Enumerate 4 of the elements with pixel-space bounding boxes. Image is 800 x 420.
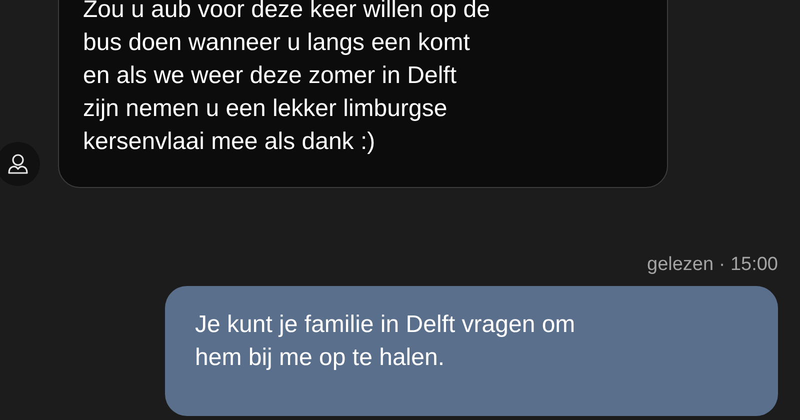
person-icon bbox=[7, 152, 29, 176]
read-status: gelezen · 15:00 bbox=[647, 253, 778, 277]
avatar[interactable] bbox=[0, 142, 40, 186]
message-text: Je kunt je familie in Delft vragen om hem bij me op te halen. bbox=[195, 310, 576, 373]
